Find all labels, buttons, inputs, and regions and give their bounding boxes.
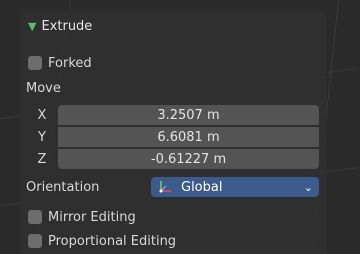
mirror-editing-row[interactable]: Mirror Editing — [28, 207, 136, 227]
move-x-row: X 3.2507 m — [26, 105, 319, 125]
mirror-editing-checkbox[interactable] — [28, 210, 42, 224]
panel-title: Extrude — [41, 18, 93, 34]
proportional-editing-row[interactable]: Proportional Editing — [28, 231, 176, 251]
orientation-value: Global — [181, 179, 223, 195]
forked-label: Forked — [48, 55, 92, 71]
global-axes-icon — [159, 181, 171, 193]
move-label: Move — [26, 81, 61, 96]
move-z-row: Z -0.61227 m — [26, 149, 319, 169]
proportional-editing-checkbox[interactable] — [28, 234, 42, 248]
proportional-editing-label: Proportional Editing — [48, 233, 177, 249]
move-y-field[interactable]: 6.6081 m — [58, 127, 319, 147]
x-axis-label: X — [37, 107, 47, 123]
forked-checkbox-row[interactable]: Forked — [28, 53, 92, 73]
extrude-operator-panel: ▼ Extrude Forked Move X 3.2507 m Y 6.608… — [20, 10, 326, 254]
panel-header[interactable]: ▼ Extrude — [28, 16, 92, 36]
mirror-editing-label: Mirror Editing — [48, 209, 136, 225]
move-z-field[interactable]: -0.61227 m — [58, 149, 319, 169]
orientation-row: Orientation Global ⌄ — [26, 177, 319, 197]
chevron-down-icon: ⌄ — [303, 180, 313, 194]
orientation-label: Orientation — [26, 179, 100, 195]
move-x-field[interactable]: 3.2507 m — [58, 105, 319, 125]
triangle-down-icon[interactable]: ▼ — [28, 20, 36, 33]
move-y-row: Y 6.6081 m — [26, 127, 319, 147]
y-axis-label: Y — [38, 129, 46, 145]
forked-checkbox[interactable] — [28, 56, 42, 70]
orientation-dropdown[interactable]: Global ⌄ — [151, 177, 319, 197]
z-axis-label: Z — [37, 151, 47, 167]
